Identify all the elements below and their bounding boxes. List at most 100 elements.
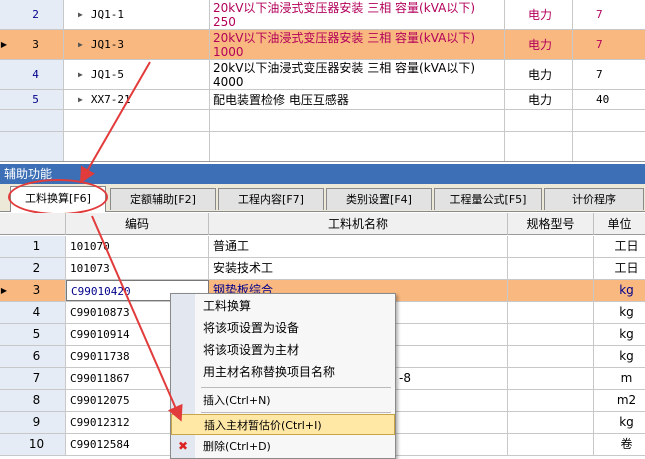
menu-item-set-as-main-material[interactable]: 将该项设置为主材 (171, 340, 395, 361)
material-unit: kg (619, 415, 634, 429)
material-unit: 工日 (614, 261, 639, 275)
material-spec (508, 346, 594, 367)
table-row[interactable]: 4 ▶ JQ1-5 20kV以下油浸式变压器安装 三相 容量(kVA以下) 400… (0, 60, 645, 90)
row-number: 3 (8, 280, 66, 301)
row-number: 5 (8, 324, 66, 345)
row-indicator (0, 412, 8, 433)
item-quantity: 7 (596, 38, 603, 51)
tab-category-settings[interactable]: 类别设置[F4] (326, 188, 432, 210)
item-quantity (573, 110, 645, 131)
expand-icon[interactable]: ▶ (78, 95, 83, 104)
material-spec (508, 412, 594, 433)
row-number: 4 (8, 60, 64, 89)
item-unit (505, 110, 573, 131)
row-indicator (0, 434, 8, 455)
material-unit: kg (619, 349, 634, 363)
item-unit: 电力 (505, 90, 573, 109)
row-number: 7 (8, 368, 66, 389)
item-name: 20kV以下油浸式变压器安装 三相 容量(kVA以下) 1000 (210, 30, 505, 59)
row-indicator (0, 132, 8, 161)
row-number (8, 132, 64, 161)
row-indicator (0, 302, 8, 323)
table-row[interactable]: 2 ▶ JQ1-1 20kV以下油浸式变压器安装 三相 容量(kVA以下) 250… (0, 0, 645, 30)
header-spec[interactable]: 规格型号 (508, 213, 594, 235)
row-indicator (0, 346, 8, 367)
menu-item-replace-item-name[interactable]: 用主材名称替换项目名称 (171, 362, 395, 383)
current-row-indicator-icon: ▶ (0, 30, 8, 59)
row-indicator (0, 110, 8, 131)
item-unit: 电力 (505, 30, 573, 59)
row-number: 4 (8, 302, 66, 323)
tab-material-conversion[interactable]: 工料换算[F6] (10, 186, 106, 212)
table-row[interactable]: 1 101070 普通工 工日 (0, 236, 645, 258)
expand-icon[interactable]: ▶ (78, 10, 83, 19)
material-name: 安装技术工 (209, 258, 508, 279)
material-spec (508, 324, 594, 345)
tab-work-content[interactable]: 工程内容[F7] (218, 188, 324, 210)
row-number: 3 (8, 30, 64, 59)
header-material-name[interactable]: 工料机名称 (209, 213, 508, 235)
tab-quantity-formula[interactable]: 工程量公式[F5] (434, 188, 542, 210)
empty-row (0, 110, 645, 132)
item-quantity: 40 (596, 93, 610, 106)
header-unit[interactable]: 单位 (594, 213, 645, 235)
material-spec (508, 302, 594, 323)
row-number: 2 (8, 0, 64, 29)
row-number: 10 (8, 434, 66, 455)
item-quantity: 7 (596, 68, 603, 81)
material-unit: m (620, 371, 633, 385)
aux-panel-title: 辅助功能 (0, 164, 645, 184)
menu-item-insert[interactable]: 插入(Ctrl+N) (171, 390, 395, 411)
row-indicator (0, 368, 8, 389)
item-quantity: 7 (596, 8, 603, 21)
item-unit (505, 132, 573, 161)
item-unit: 电力 (505, 60, 573, 89)
material-unit: 工日 (614, 239, 639, 253)
materials-grid-header: 编码 工料机名称 规格型号 单位 (0, 213, 645, 235)
expand-icon[interactable]: ▶ (78, 40, 83, 49)
menu-item-material-conversion[interactable]: 工料换算 (171, 296, 395, 317)
material-spec (508, 236, 594, 257)
material-spec (508, 390, 594, 411)
item-code (64, 110, 210, 131)
row-indicator (0, 60, 8, 89)
row-number: 9 (8, 412, 66, 433)
menu-item-insert-main-material-estimate[interactable]: 插入主材暂估价(Ctrl+I) (171, 414, 395, 435)
quota-items-grid: 2 ▶ JQ1-1 20kV以下油浸式变压器安装 三相 容量(kVA以下) 250… (0, 0, 645, 162)
item-name: 20kV以下油浸式变压器安装 三相 容量(kVA以下) 4000 (210, 60, 505, 89)
item-code: XX7-21 (90, 93, 131, 106)
item-unit: 电力 (505, 0, 573, 29)
material-unit: kg (619, 283, 634, 297)
menu-item-delete[interactable]: ✖ 删除(Ctrl+D) (171, 436, 395, 457)
tab-quota-assist[interactable]: 定额辅助[F2] (110, 188, 216, 210)
header-row-number (0, 213, 66, 235)
tab-pricing-procedure[interactable]: 计价程序 (544, 188, 644, 210)
material-spec (508, 368, 594, 389)
table-row[interactable]: 5 ▶ XX7-21 配电装置检修 电压互感器 电力 40 (0, 90, 645, 110)
expand-icon[interactable]: ▶ (78, 70, 83, 79)
item-name (210, 110, 505, 131)
material-unit: kg (619, 327, 634, 341)
material-spec (508, 258, 594, 279)
row-number: 8 (8, 390, 66, 411)
material-unit: 卷 (620, 437, 633, 451)
row-indicator (0, 324, 8, 345)
row-number: 6 (8, 346, 66, 367)
current-row-indicator-icon: ▶ (0, 280, 8, 301)
row-number (8, 110, 64, 131)
context-menu: 工料换算 将该项设置为设备 将该项设置为主材 用主材名称替换项目名称 插入(Ct… (170, 293, 396, 459)
row-indicator (0, 390, 8, 411)
material-unit: m2 (616, 393, 637, 407)
menu-item-set-as-equipment[interactable]: 将该项设置为设备 (171, 318, 395, 339)
row-indicator (0, 0, 8, 29)
row-number: 1 (8, 236, 66, 257)
material-name: 普通工 (209, 236, 508, 257)
material-unit: kg (619, 305, 634, 319)
material-spec (508, 280, 594, 301)
header-code[interactable]: 编码 (66, 213, 209, 235)
row-number: 2 (8, 258, 66, 279)
item-code: JQ1-3 (90, 38, 124, 51)
table-row[interactable]: 2 101073 安装技术工 工日 (0, 258, 645, 280)
table-row-selected[interactable]: ▶ 3 ▶ JQ1-3 20kV以下油浸式变压器安装 三相 容量(kVA以下) 1… (0, 30, 645, 60)
material-code: 101073 (66, 258, 209, 279)
